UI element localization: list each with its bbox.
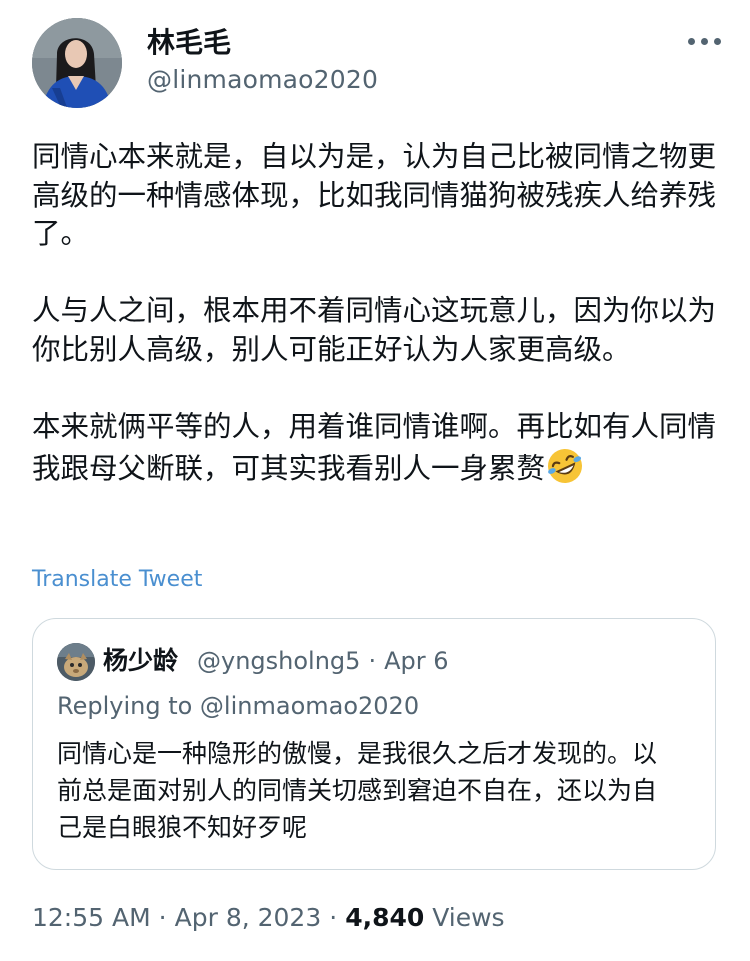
quote-author-handle[interactable]: @yngsholng5: [197, 647, 360, 675]
separator-dot: ·: [368, 647, 377, 675]
quoted-tweet[interactable]: 杨少龄 @yngsholng5 · Apr 6 Replying to @linma…: [32, 618, 716, 870]
quote-text: 同情心是一种隐形的傲慢，是我很久之后才发现的。以前总是面对别人的同情关切感到窘迫…: [57, 739, 658, 842]
quote-author-avatar[interactable]: [57, 643, 95, 681]
author-avatar[interactable]: [32, 18, 122, 108]
author-avatar-image: [32, 18, 122, 108]
tweet-paragraph: 同情心本来就是，自以为是，认为自己比被同情之物更高级的一种情感体现，比如我同情猫…: [32, 140, 717, 250]
quote-avatar-image: [57, 643, 95, 681]
author-handle[interactable]: @linmaomao2020: [147, 65, 378, 95]
separator-dot: ·: [329, 903, 338, 932]
quote-replying-to: Replying to @linmaomao2020: [57, 692, 420, 720]
tweet-time[interactable]: 12:55 AM: [32, 903, 151, 932]
quote-date[interactable]: Apr 6: [384, 647, 448, 675]
author-name[interactable]: 林毛毛: [147, 26, 231, 60]
tweet-paragraph-text: 本来就俩平等的人，用着谁同情谁啊。再比如有人同情我跟母父断联，可其实我看别人一身…: [32, 409, 717, 486]
more-horizontal-icon[interactable]: [688, 36, 722, 48]
tweet-text: 同情心本来就是，自以为是，认为自己比被同情之物更高级的一种情感体现，比如我同情猫…: [32, 138, 722, 489]
tweet-footer: 12:55 AM · Apr 8, 2023 · 4,840 Views: [32, 902, 505, 934]
views-label: Views: [432, 903, 505, 932]
quote-meta: @yngsholng5 · Apr 6: [197, 646, 449, 676]
translate-tweet-link[interactable]: Translate Tweet: [32, 566, 202, 594]
separator-dot: ·: [158, 903, 167, 932]
tweet-header: 林毛毛 @linmaomao2020: [32, 18, 722, 108]
tweet-date[interactable]: Apr 8, 2023: [175, 903, 322, 932]
rolling-on-floor-laughing-icon: [548, 449, 583, 483]
tweet-paragraph: 本来就俩平等的人，用着谁同情谁啊。再比如有人同情我跟母父断联，可其实我看别人一身…: [32, 408, 722, 489]
tweet-paragraph: 人与人之间，根本用不着同情心这玩意儿，因为你以为你比别人高级，别人可能正好认为人…: [32, 294, 717, 366]
views-count: 4,840: [345, 903, 425, 932]
quote-author-name[interactable]: 杨少龄: [103, 645, 178, 677]
